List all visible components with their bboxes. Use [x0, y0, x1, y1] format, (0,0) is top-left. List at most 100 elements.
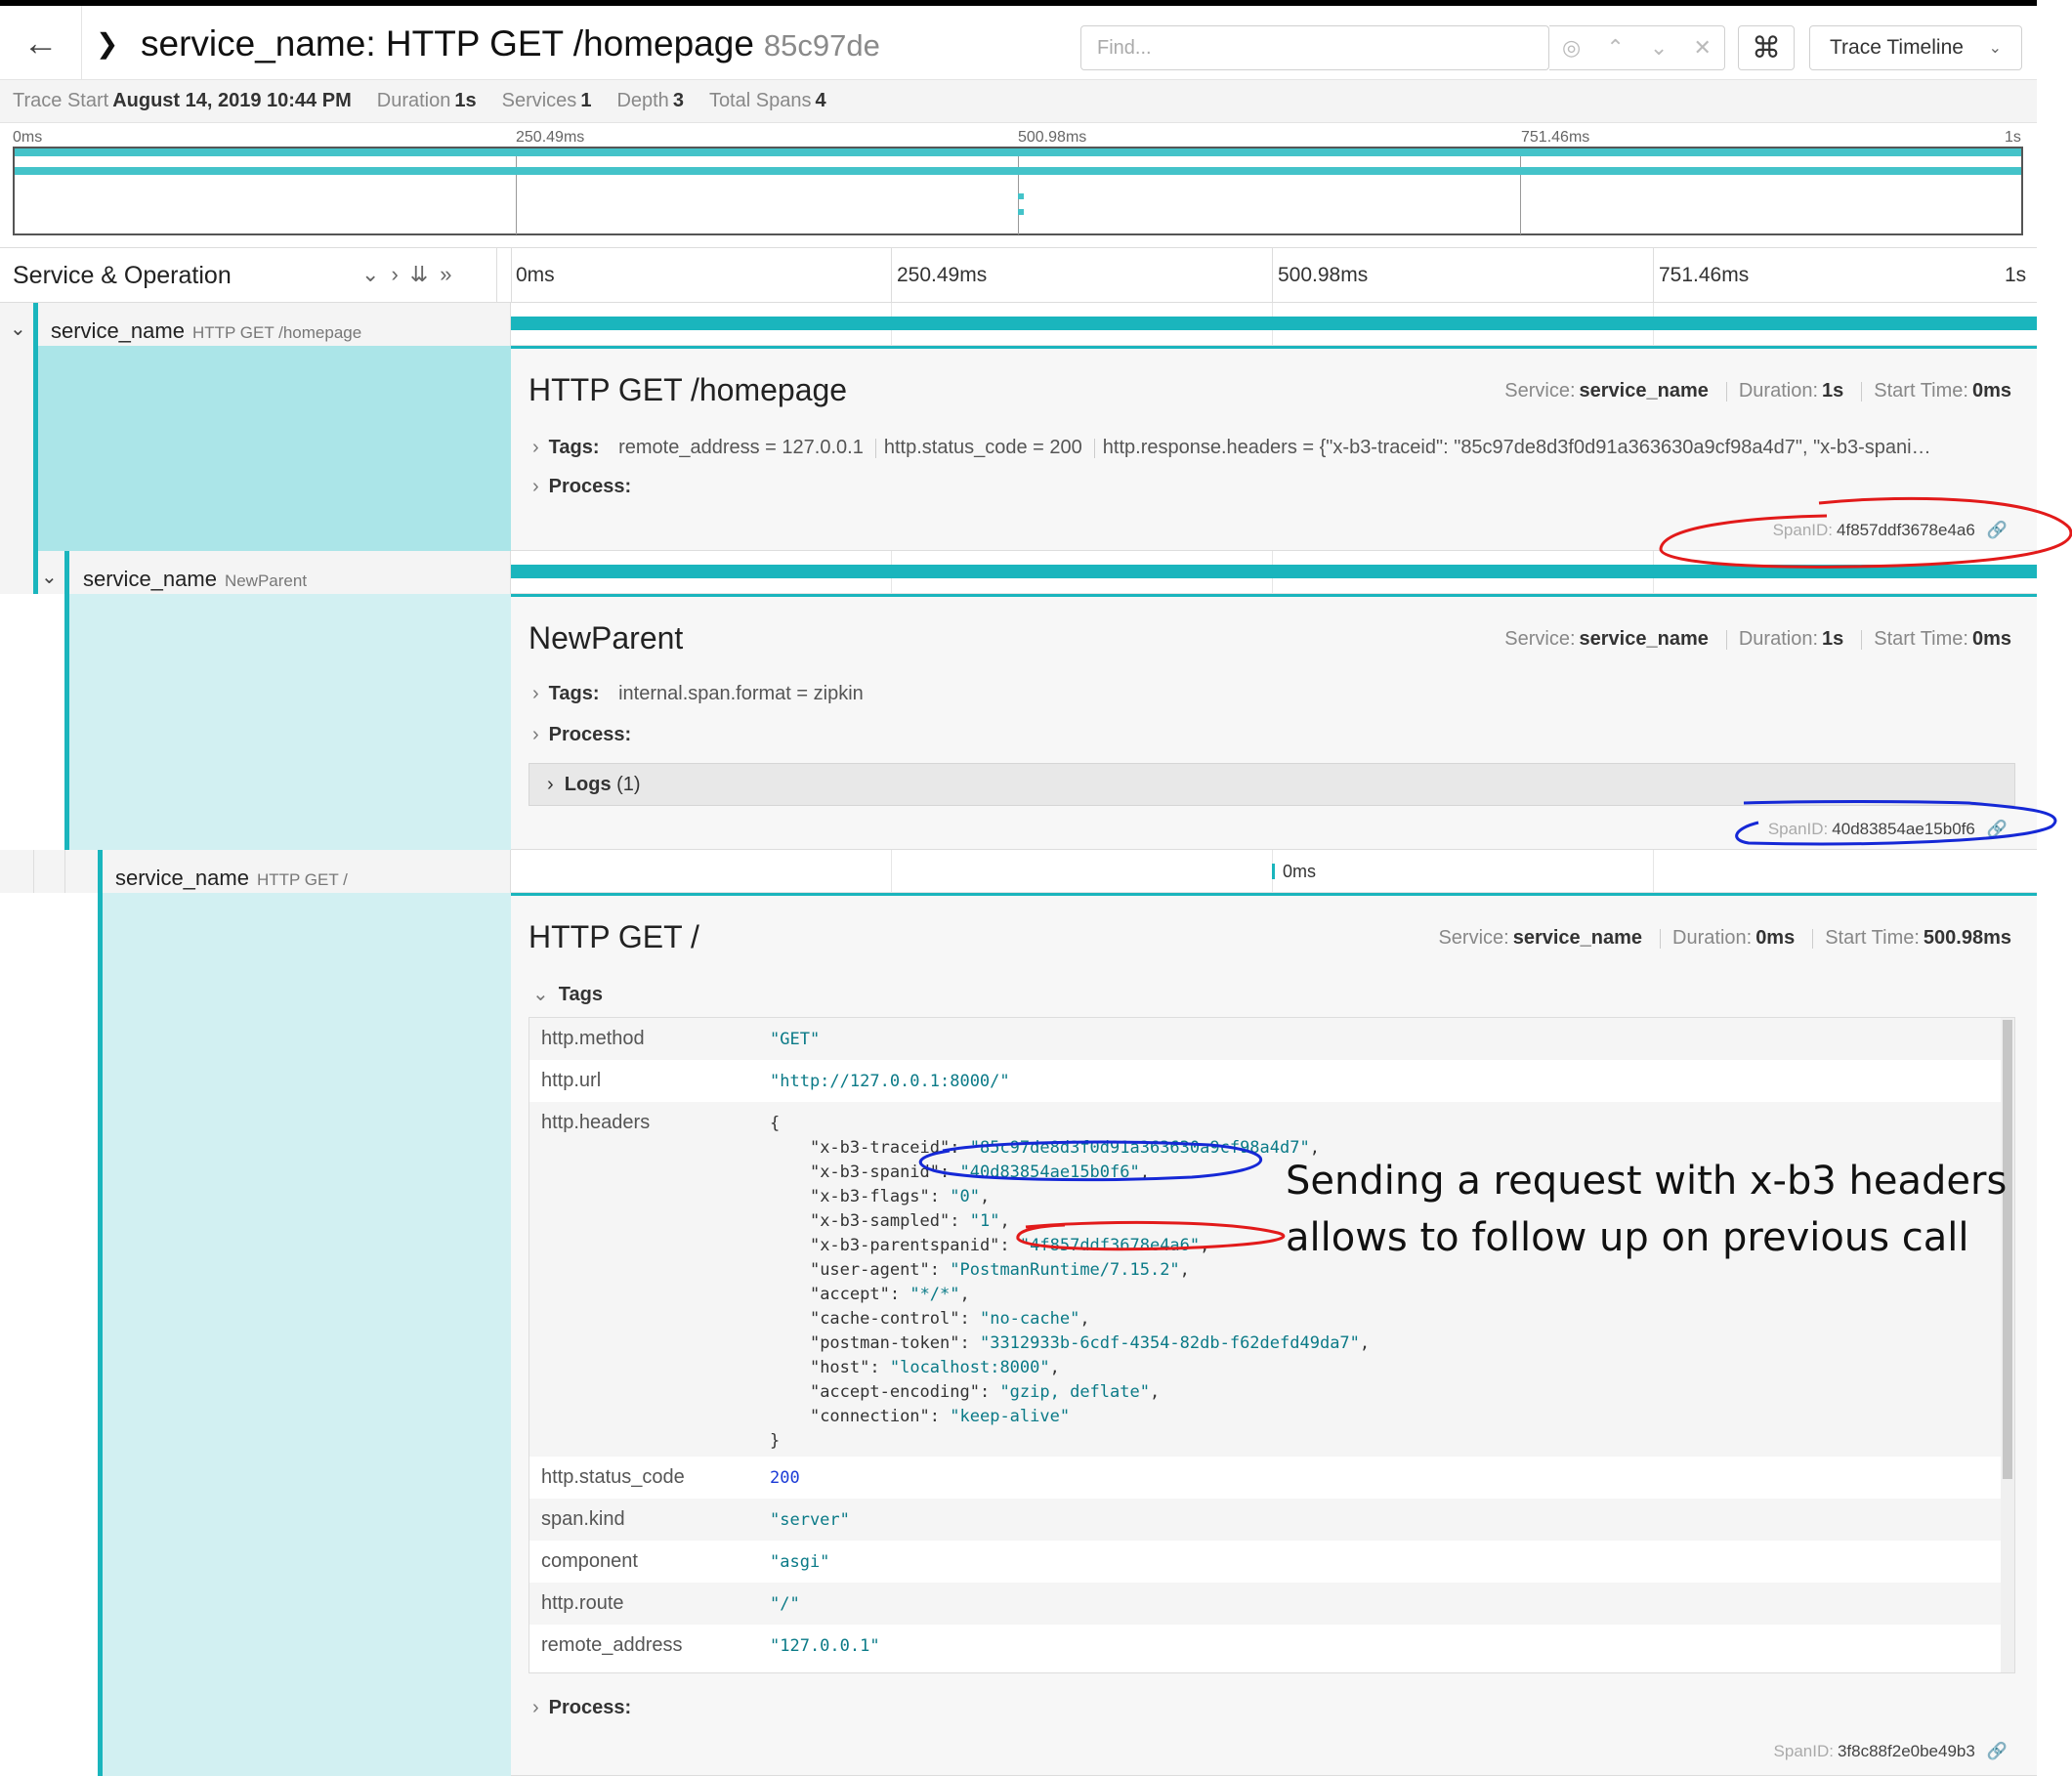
collapse-chevron-icon[interactable]: ❯ — [96, 27, 118, 60]
tag-row: http.url "http://127.0.0.1:8000/" — [529, 1060, 2003, 1102]
span-detail: HTTP GET /homepage Service: service_name D… — [0, 346, 2037, 551]
tag-value: "/" — [770, 1594, 800, 1614]
link-icon[interactable]: 🔗 — [1987, 820, 2008, 838]
span-id: SpanID: 4f857ddf3678e4a6 🔗 — [1772, 521, 2008, 539]
timeline-header: Service & Operation ⌄›⇊» 0ms 250.49ms 50… — [0, 248, 2037, 303]
json-line: "x-b3-parentspanid": "4f857ddf3678e4a6", — [809, 1236, 1210, 1255]
minimap-tick: 1s — [2005, 129, 2021, 146]
json-line: "cache-control": "no-cache", — [809, 1309, 1090, 1329]
span-bar[interactable] — [511, 317, 2037, 330]
json-key: "x-b3-flags" — [809, 1187, 930, 1206]
span-detail: HTTP GET / Service: service_name Duration:… — [0, 893, 2037, 1776]
clear-find-icon[interactable]: ✕ — [1693, 35, 1711, 61]
span-detail-gutter — [0, 893, 511, 1776]
tag-key: http.route — [541, 1592, 624, 1614]
tag-key: http.url — [541, 1070, 602, 1091]
span-detail-gutter — [0, 594, 511, 850]
json-key: "postman-token" — [809, 1333, 960, 1353]
service-operation-header: Service & Operation — [13, 262, 232, 289]
json-value: "gzip, deflate" — [999, 1382, 1150, 1402]
tag-key: http.status_code — [541, 1466, 685, 1488]
json-key: "x-b3-sampled" — [809, 1211, 951, 1231]
back-arrow-icon[interactable]: ← — [0, 6, 82, 80]
span-name-cell[interactable]: ⌄ service_name NewParent — [0, 551, 511, 594]
span-indent-line — [64, 850, 65, 893]
timeline-tick: 250.49ms — [897, 264, 988, 286]
link-icon[interactable]: 🔗 — [1987, 521, 2008, 539]
span-detail-fill — [33, 346, 511, 551]
column-resizer[interactable] — [496, 248, 497, 303]
tag-key: remote_address — [541, 1634, 683, 1656]
json-value: "1" — [969, 1211, 1000, 1231]
logs-row[interactable]: › Logs (1) — [529, 763, 2015, 806]
tags-collapsed-row[interactable]: › Tags: internal.span.format = zipkin — [532, 683, 2017, 705]
collapse-one-icon[interactable]: ⌄ — [361, 262, 391, 286]
json-line: "x-b3-traceid": "85c97de8d3f0d91a363630a… — [809, 1138, 1320, 1158]
span-detail-panel: HTTP GET /homepage Service: service_name D… — [511, 346, 2037, 551]
span-indent-line — [98, 850, 103, 893]
locate-icon[interactable]: ◎ — [1562, 35, 1581, 61]
chevron-right-icon: › — [532, 437, 539, 458]
timeline-tick: 0ms — [516, 264, 555, 286]
span-indent-line — [33, 303, 38, 346]
process-collapsed-row[interactable]: › Process: — [532, 476, 2017, 498]
tag-value: "server" — [770, 1510, 850, 1530]
span-row[interactable]: service_name HTTP GET / 0ms — [0, 850, 2037, 893]
json-line: "x-b3-flags": "0", — [809, 1187, 991, 1206]
tag-value: "GET" — [770, 1030, 821, 1049]
span-timeline-cell[interactable] — [511, 303, 2037, 346]
chevron-down-icon[interactable]: ⌄ — [10, 317, 26, 341]
link-icon[interactable]: 🔗 — [1987, 1742, 2008, 1760]
tags-scrollbar[interactable] — [2001, 1018, 2014, 1672]
span-timeline-cell[interactable] — [511, 551, 2037, 594]
tag-pair: remote_address = 127.0.0.1 — [618, 437, 864, 458]
span-name-cell[interactable]: ⌄ service_name HTTP GET /homepage — [0, 303, 511, 346]
annotation-line: Sending a request with x-b3 headers — [1286, 1159, 2008, 1204]
span-id: SpanID: 3f8c88f2e0be49b3 🔗 — [1773, 1742, 2008, 1760]
expand-one-icon[interactable]: › — [391, 262, 409, 286]
trace-id: 85c97de — [763, 28, 880, 63]
tag-key: component — [541, 1550, 638, 1572]
tag-key: http.method — [541, 1028, 645, 1049]
timeline-gridline — [1653, 850, 1654, 892]
header-divider — [511, 248, 512, 303]
find-input[interactable] — [1080, 25, 1549, 70]
json-line: "user-agent": "PostmanRuntime/7.15.2", — [809, 1260, 1190, 1280]
span-bar[interactable] — [511, 565, 2037, 578]
timeline-tick: 1s — [2005, 264, 2027, 286]
expand-all-icon[interactable]: » — [440, 262, 463, 286]
collapse-all-icon[interactable]: ⇊ — [410, 262, 440, 286]
view-select-label: Trace Timeline — [1830, 36, 1964, 59]
chevron-right-icon: › — [532, 724, 539, 745]
span-detail-fill — [98, 893, 511, 1776]
span-row[interactable]: ⌄ service_name HTTP GET /homepage — [0, 303, 2037, 346]
minimap-tick: 751.46ms — [1521, 129, 1590, 146]
tag-value: "asgi" — [770, 1552, 830, 1572]
annotation-text: Sending a request with x-b3 headers allo… — [1286, 1153, 2009, 1266]
span-timeline-cell[interactable]: 0ms — [511, 850, 2037, 893]
tags-expanded-header[interactable]: ⌄ Tags — [532, 982, 2017, 1006]
json-key: "host" — [809, 1358, 870, 1377]
span-detail-panel: HTTP GET / Service: service_name Duration:… — [511, 893, 2037, 1776]
tags-collapsed-row[interactable]: › Tags: remote_address = 127.0.0.1 http.st… — [532, 437, 2017, 459]
trace-title: service_name: HTTP GET /homepage 85c97de — [141, 23, 880, 64]
timeline-tick: 751.46ms — [1659, 264, 1750, 286]
chevron-down-icon[interactable]: ⌄ — [41, 565, 58, 589]
trace-minimap[interactable]: 0ms 250.49ms 500.98ms 751.46ms 1s — [0, 123, 2037, 248]
trace-stats: Trace Start August 14, 2019 10:44 PM Dura… — [0, 80, 2037, 123]
json-key: "x-b3-parentspanid" — [809, 1236, 1000, 1255]
span-bar[interactable] — [1272, 864, 1275, 879]
view-select[interactable]: Trace Timeline ⌄ — [1809, 25, 2022, 70]
prev-match-icon[interactable]: ⌃ — [1606, 35, 1624, 61]
process-collapsed-row[interactable]: › Process: — [532, 1697, 2017, 1719]
span-name-cell[interactable]: service_name HTTP GET / — [0, 850, 511, 893]
json-line: "accept": "*/*", — [809, 1285, 970, 1304]
tag-pair: http.response.headers = {"x-b3-traceid":… — [1102, 437, 1931, 458]
process-collapsed-row[interactable]: › Process: — [532, 724, 2017, 746]
next-match-icon[interactable]: ⌄ — [1650, 35, 1668, 61]
expand-collapse-tools: ⌄›⇊» — [361, 262, 463, 287]
span-row[interactable]: ⌄ service_name NewParent — [0, 551, 2037, 594]
tag-row: http.status_code 200 — [529, 1457, 2003, 1499]
keyboard-shortcuts-icon[interactable]: ⌘ — [1738, 25, 1795, 70]
chevron-right-icon: › — [532, 683, 539, 704]
